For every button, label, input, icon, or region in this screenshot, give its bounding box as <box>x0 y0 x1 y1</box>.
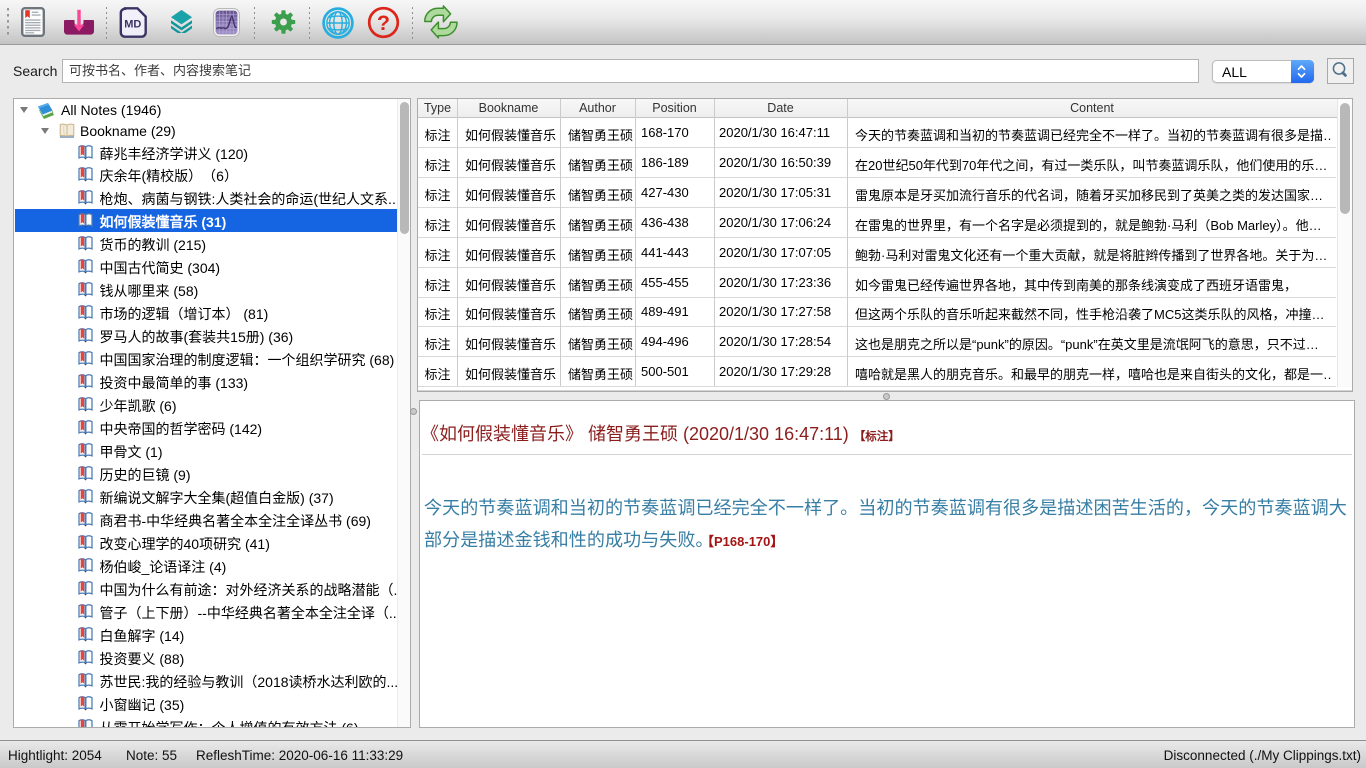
svg-text:MD: MD <box>124 19 141 31</box>
svg-text:?: ? <box>377 11 390 35</box>
